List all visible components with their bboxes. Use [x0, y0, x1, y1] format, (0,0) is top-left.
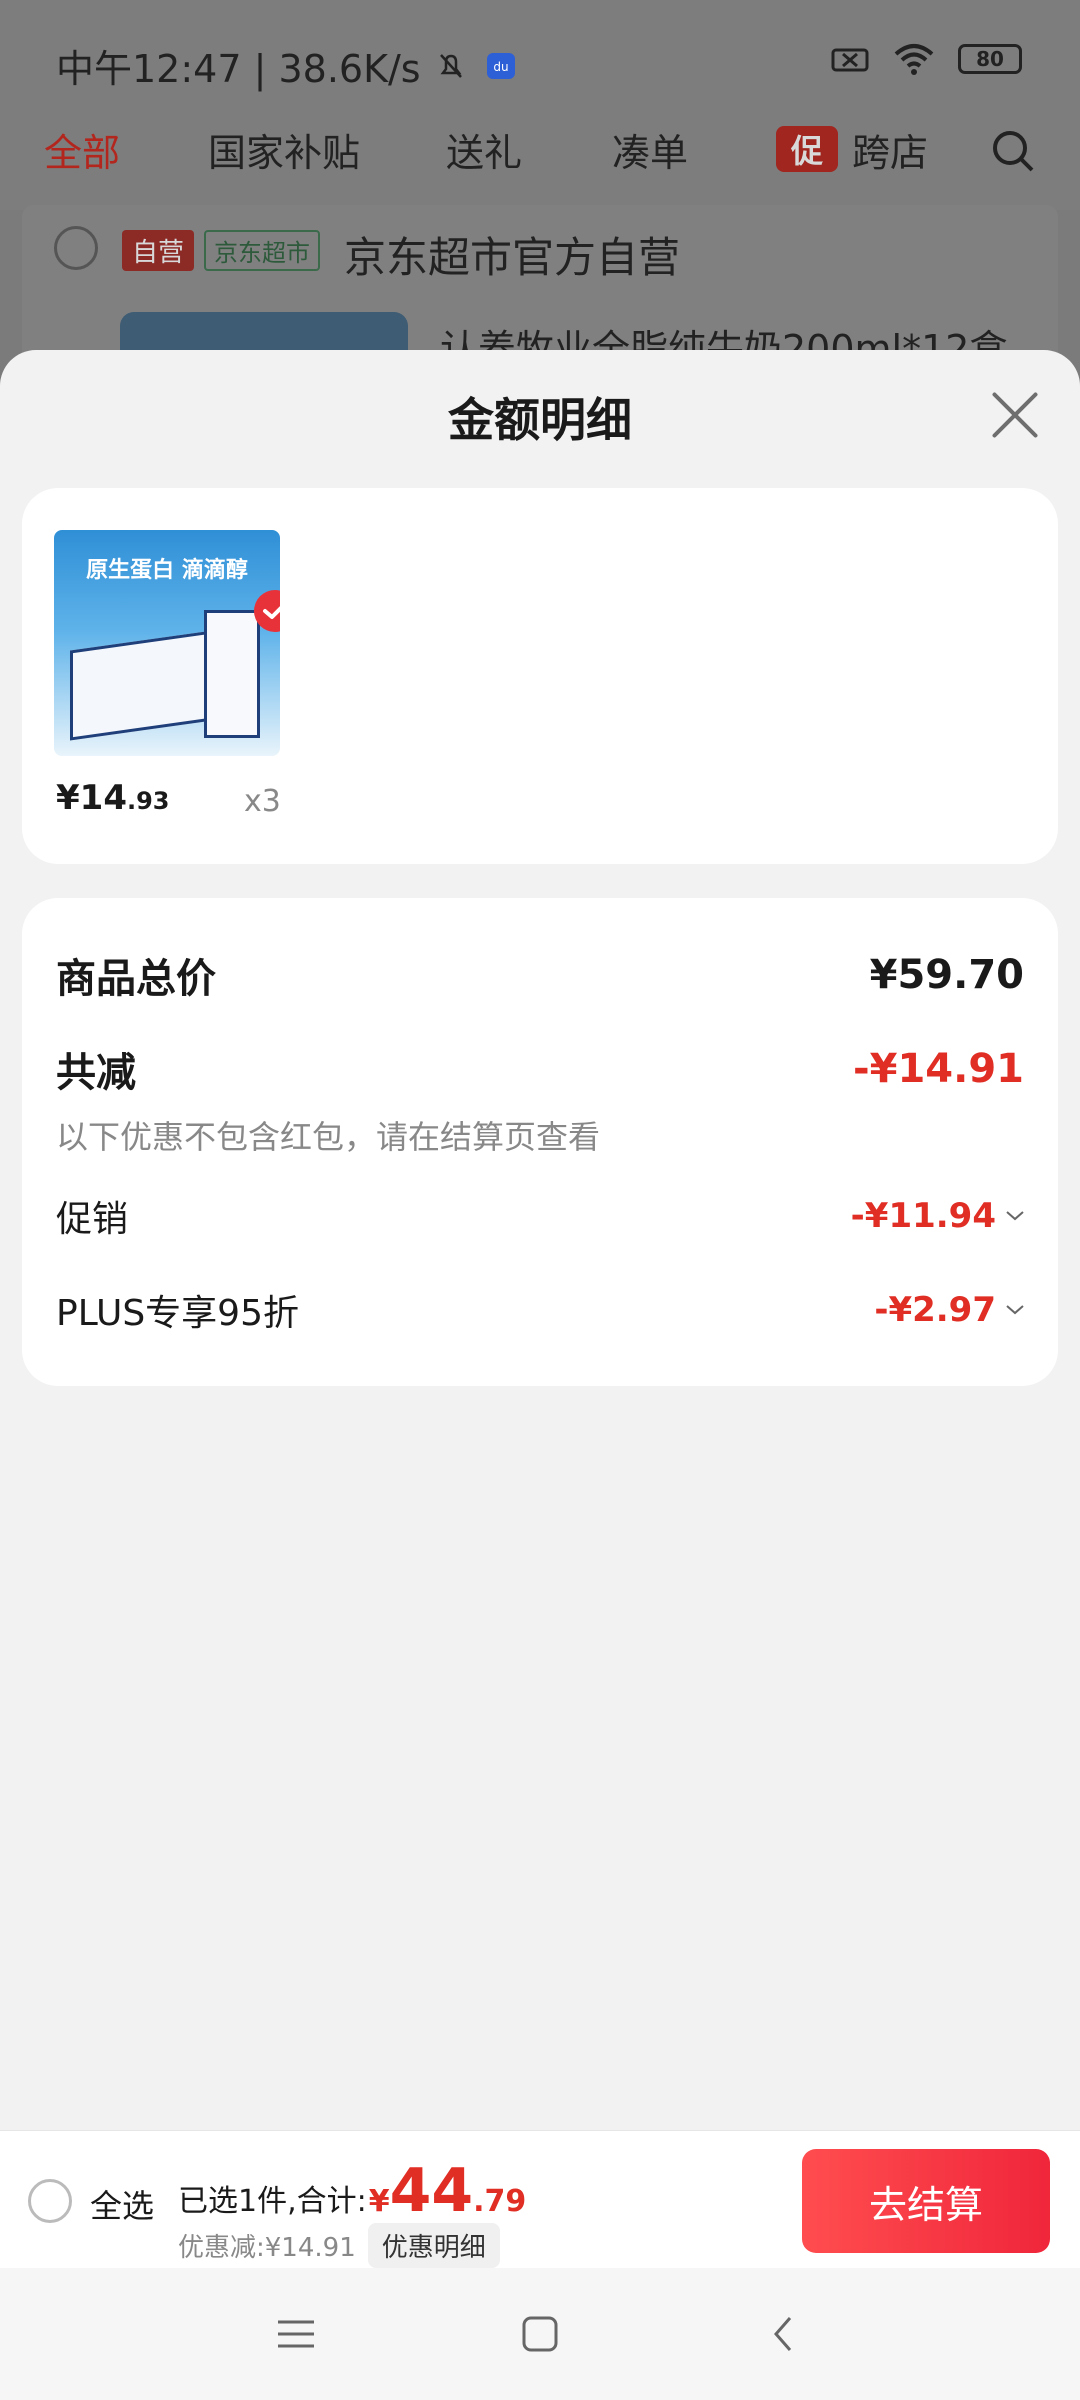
battery-level: 80 [976, 47, 1004, 71]
total-label: 商品总价 [56, 956, 216, 1002]
tab-cross-store[interactable]: 跨店 [852, 122, 928, 177]
discount-label: 共减 [56, 1050, 136, 1096]
milk-carton-graphic [204, 610, 260, 738]
status-time: 中午12:47 | 38.6K/s [56, 47, 421, 91]
self-operated-tag: 自营 [122, 230, 195, 271]
checkout-button[interactable]: 去结算 [802, 2149, 1050, 2253]
sim-off-icon [831, 48, 869, 72]
plus-value-group[interactable]: -¥2.97 [874, 1290, 1024, 1330]
thumbnail-banner-text: 原生蛋白 滴滴醇 [86, 558, 248, 583]
amount-detail-sheet: 金额明细 原生蛋白 滴滴醇 ¥14.93 x3 商品总价 ¥59.70 共减 -… [0, 350, 1080, 2130]
select-all-label[interactable]: 全选 [90, 2181, 154, 2227]
baidu-app-icon: du [486, 52, 515, 79]
total-value: ¥59.70 [869, 952, 1024, 998]
home-icon[interactable] [518, 2312, 562, 2356]
promo-row[interactable]: 促销 -¥11.94 [56, 1190, 1024, 1242]
plus-row[interactable]: PLUS专享95折 -¥2.97 [56, 1284, 1024, 1336]
checkout-bar: 全选 已选1件,合计: ¥ 44 .79 优惠减:¥14.91 优惠明细 去结算 [0, 2130, 1080, 2268]
total-row: 商品总价 ¥59.70 [56, 946, 1024, 1004]
plus-label: PLUS专享95折 [56, 1293, 299, 1334]
product-price: ¥14.93 [56, 778, 170, 818]
discount-note: 以下优惠不包含红包，请在结算页查看 [56, 1118, 601, 1156]
shop-select-radio[interactable] [54, 226, 98, 270]
status-bar: 中午12:47 | 38.6K/s du 80 [0, 0, 1080, 120]
product-thumbnail[interactable]: 原生蛋白 滴滴醇 [54, 530, 280, 756]
battery-icon: 80 [958, 44, 1022, 74]
wifi-icon [894, 44, 934, 75]
discount-amount-text: 优惠减:¥14.91 [178, 2233, 356, 2263]
currency-symbol: ¥ [368, 2184, 390, 2219]
product-card: 原生蛋白 滴滴醇 ¥14.93 x3 [22, 488, 1058, 864]
back-icon[interactable] [762, 2312, 806, 2356]
price-integer: ¥14 [56, 778, 127, 818]
chevron-down-icon[interactable] [1006, 1211, 1024, 1221]
amount-integer: 44 [389, 2156, 474, 2226]
discount-line: 优惠减:¥14.91 优惠明细 [178, 2223, 500, 2268]
status-left: 中午12:47 | 38.6K/s du [56, 38, 521, 93]
chevron-down-icon[interactable] [1006, 1305, 1024, 1315]
menu-icon[interactable] [274, 2312, 318, 2356]
tab-national-subsidy[interactable]: 国家补贴 [208, 122, 360, 177]
total-summary: 已选1件,合计: ¥ 44 .79 [178, 2161, 526, 2221]
system-nav-bar [0, 2268, 1080, 2400]
shop-name[interactable]: 京东超市官方自营 [344, 224, 680, 285]
tab-combine[interactable]: 凑单 [612, 122, 688, 177]
tab-gift[interactable]: 送礼 [446, 122, 522, 177]
price-decimal: .93 [126, 787, 170, 815]
discount-value: -¥14.91 [853, 1046, 1024, 1092]
discount-detail-button[interactable]: 优惠明细 [367, 2223, 500, 2268]
promo-value-group[interactable]: -¥11.94 [851, 1196, 1024, 1236]
promo-value: -¥11.94 [850, 1196, 996, 1236]
promo-badge: 促 [776, 126, 838, 172]
search-icon[interactable] [990, 128, 1036, 174]
status-right: 80 [830, 42, 1022, 76]
tab-all[interactable]: 全部 [44, 122, 120, 177]
milk-box-graphic [70, 629, 220, 741]
sheet-title: 金额明细 [448, 393, 632, 447]
promo-label: 促销 [56, 1199, 129, 1240]
svg-text:du: du [493, 60, 508, 74]
amount-decimal: .79 [473, 2184, 527, 2219]
product-quantity: x3 [244, 784, 281, 819]
plus-value: -¥2.97 [874, 1290, 996, 1330]
select-all-radio[interactable] [28, 2179, 72, 2223]
close-icon[interactable] [990, 390, 1040, 440]
discount-row: 共减 -¥14.91 [56, 1040, 1024, 1098]
selected-summary: 已选1件,合计: [178, 2184, 367, 2219]
jd-supermarket-tag: 京东超市 [204, 230, 320, 271]
mute-bell-icon [439, 53, 462, 78]
price-breakdown-card: 商品总价 ¥59.70 共减 -¥14.91 以下优惠不包含红包，请在结算页查看… [22, 898, 1058, 1386]
